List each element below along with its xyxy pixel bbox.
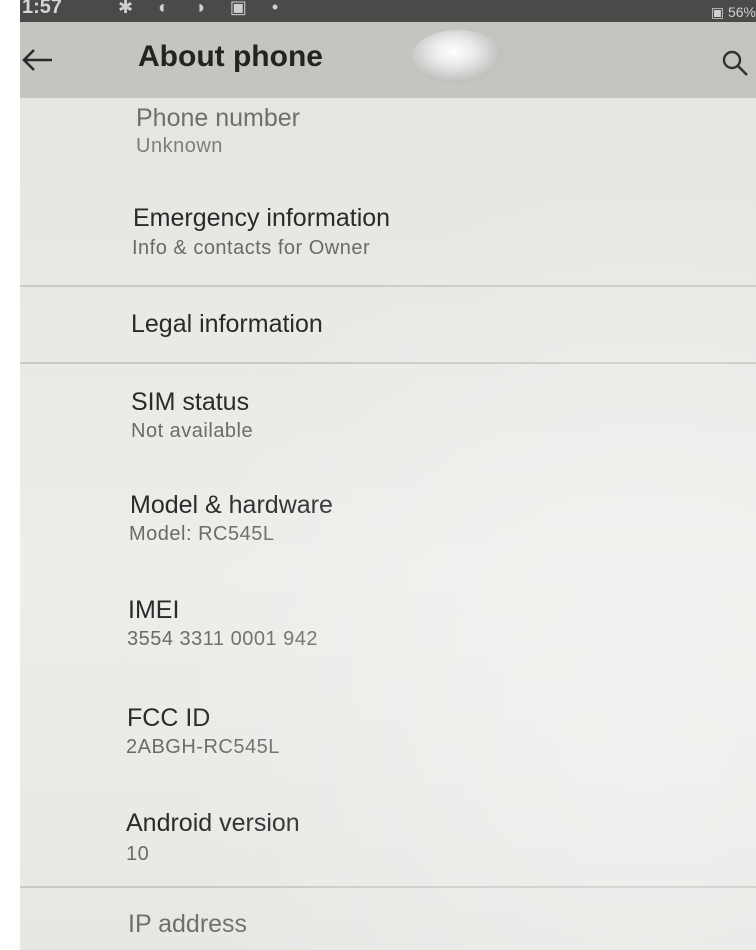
setting-title: SIM status (131, 388, 250, 416)
setting-title: Emergency information (133, 204, 391, 232)
setting-value: Model: RC545L (129, 523, 275, 545)
section-divider (20, 886, 756, 888)
setting-title: IP address (128, 910, 248, 938)
setting-sim-status[interactable]: SIM status Not available (20, 380, 756, 460)
setting-title: Model & hardware (130, 491, 333, 519)
setting-emergency-information[interactable]: Emergency information Info & contacts fo… (20, 200, 756, 280)
section-divider (20, 285, 756, 287)
setting-imei[interactable]: IMEI 3554 3311 0001 942 (20, 590, 756, 670)
setting-title: FCC ID (127, 704, 211, 732)
notification-icons: ✱ ◐ ◑ ▣ • (118, 0, 289, 17)
section-divider (20, 362, 756, 364)
setting-title: Legal information (131, 310, 323, 338)
setting-fcc-id[interactable]: FCC ID 2ABGH-RC545L (20, 700, 756, 780)
setting-ip-address[interactable]: IP address (20, 900, 756, 950)
setting-phone-number[interactable]: Phone number Unknown (20, 100, 756, 180)
setting-value: Unknown (136, 135, 223, 157)
page-title: About phone (138, 40, 323, 73)
status-time: 1:57 (22, 0, 63, 18)
setting-value: Info & contacts for Owner (132, 237, 371, 259)
setting-value: 3554 3311 0001 942 (127, 628, 319, 650)
setting-value: 10 (126, 843, 150, 865)
setting-title: IMEI (128, 596, 180, 624)
screen-photo: 1:57 ✱ ◐ ◑ ▣ • ▣ 56% About phone Phone n… (20, 0, 756, 950)
search-icon[interactable] (720, 48, 750, 78)
camera-flash-glare (412, 30, 504, 84)
setting-value: 2ABGH-RC545L (126, 736, 280, 758)
status-bar: 1:57 ✱ ◐ ◑ ▣ • ▣ 56% (20, 0, 756, 22)
setting-model-hardware[interactable]: Model & hardware Model: RC545L (20, 485, 756, 565)
app-bar: About phone (20, 22, 756, 98)
setting-title: Phone number (136, 104, 301, 132)
setting-android-version[interactable]: Android version 10 (20, 805, 756, 885)
setting-title: Android version (126, 809, 300, 837)
setting-value: Not available (131, 420, 254, 442)
setting-legal-information[interactable]: Legal information (20, 300, 756, 360)
back-arrow-icon[interactable] (20, 40, 60, 80)
battery-indicator: ▣ 56% (710, 4, 756, 20)
